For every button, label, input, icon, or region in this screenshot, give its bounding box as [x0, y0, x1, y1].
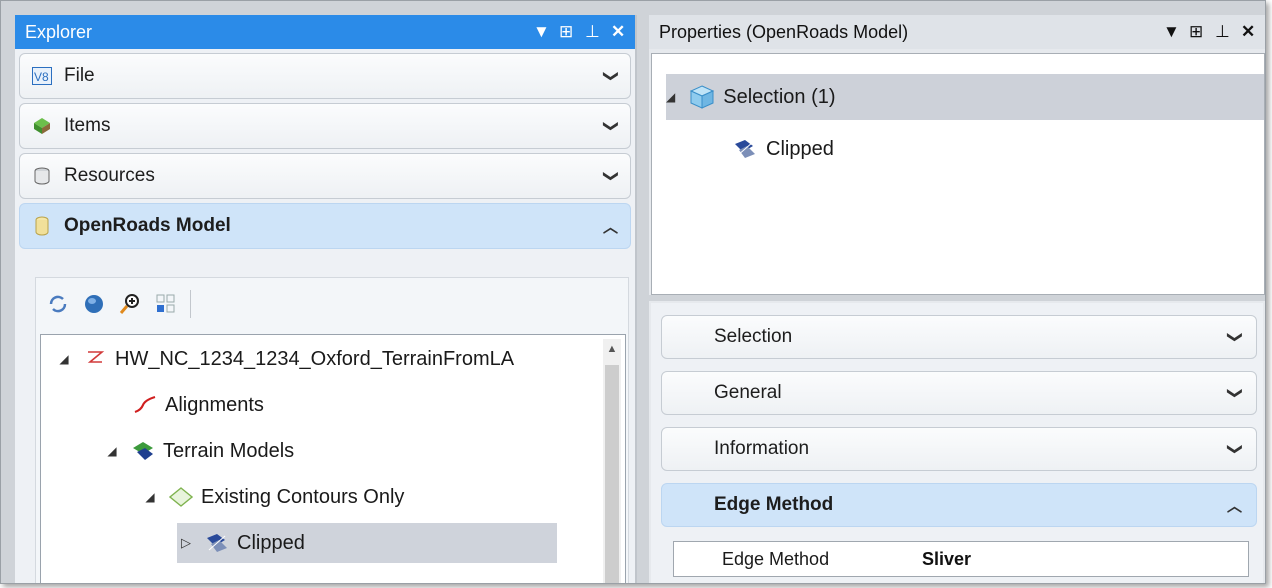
scrollbar-thumb[interactable] — [605, 365, 619, 583]
explorer-title-bar: Explorer ▼ ⊞ ⊥ ✕ — [15, 15, 635, 49]
clipped-terrain-icon — [732, 136, 758, 162]
tree-item-label: Existing Contours Only — [201, 485, 405, 508]
model-tree: ◢ HW_NC_1234_1234_Oxford_TerrainFromLA A… — [40, 334, 626, 583]
expanded-arrow-icon[interactable]: ◢ — [666, 90, 675, 104]
expanded-arrow-icon[interactable]: ◢ — [103, 444, 121, 458]
tree-item-terrain-file[interactable]: ◢ HW_NC_1234_1234_Oxford_TerrainFromLA — [55, 339, 514, 379]
tree-item-label: Clipped — [237, 531, 305, 554]
float-icon[interactable]: ⊞ — [1189, 22, 1203, 42]
selection-root-label: Selection (1) — [723, 85, 836, 108]
properties-title-bar: Properties (OpenRoads Model) ▼ ⊞ ⊥ ✕ — [649, 15, 1265, 49]
property-name: Edge Method — [722, 548, 830, 569]
pin-icon[interactable]: ⊥ — [585, 22, 600, 42]
section-label: Information — [714, 438, 810, 459]
chevron-down-icon: ❯ — [602, 119, 620, 133]
section-label: General — [714, 382, 782, 403]
alignments-icon — [133, 393, 157, 417]
chevron-down-icon: ❯ — [602, 169, 620, 183]
section-label: Selection — [714, 326, 793, 347]
dropdown-icon[interactable]: ▼ — [533, 22, 550, 42]
properties-title: Properties (OpenRoads Model) — [659, 21, 909, 42]
properties-pane-buttons: ▼ ⊞ ⊥ ✕ — [1163, 22, 1255, 42]
accordion-openroads-model-label: OpenRoads Model — [64, 215, 231, 236]
pane-splitter[interactable] — [649, 295, 1265, 301]
tree-item-existing-contours-only[interactable]: ◢ Existing Contours Only — [141, 477, 404, 517]
tree-vertical-scrollbar[interactable]: ▲ — [603, 339, 621, 583]
resources-icon — [32, 166, 52, 186]
accordion-resources-label: Resources — [64, 165, 155, 186]
float-icon[interactable]: ⊞ — [559, 22, 573, 42]
accordion-file[interactable]: V8 File ❯ — [19, 53, 631, 99]
dropdown-icon[interactable]: ▼ — [1163, 22, 1180, 42]
explorer-title: Explorer — [25, 21, 93, 42]
accordion-file-label: File — [64, 65, 95, 86]
expanded-arrow-icon[interactable]: ◢ — [141, 490, 159, 504]
items-icon — [32, 116, 52, 136]
chevron-up-icon: ︿ — [1226, 497, 1242, 515]
section-general[interactable]: General ❯ — [661, 371, 1257, 415]
zoom-icon[interactable] — [118, 292, 142, 316]
section-edge-method[interactable]: Edge Method ︿ — [661, 483, 1257, 527]
selection-tree: ◢ Selection (1) Clipped — [651, 53, 1265, 295]
property-sections: Selection ❯ General ❯ Information ❯ Edge… — [651, 303, 1263, 583]
toolbar-divider — [190, 290, 191, 318]
selection-child-label: Clipped — [766, 137, 834, 160]
tree-item-label: HW_NC_1234_1234_Oxford_TerrainFromLA — [115, 347, 515, 370]
section-information[interactable]: Information ❯ — [661, 427, 1257, 471]
chevron-up-icon: ︿ — [602, 218, 618, 236]
explorer-pane-buttons: ▼ ⊞ ⊥ ✕ — [533, 22, 625, 42]
accordion-items-label: Items — [64, 115, 111, 136]
chevron-down-icon: ❯ — [1226, 386, 1244, 400]
close-icon[interactable]: ✕ — [1241, 22, 1255, 42]
refresh-icon[interactable] — [46, 292, 70, 316]
section-selection[interactable]: Selection ❯ — [661, 315, 1257, 359]
explorer-pane: Explorer ▼ ⊞ ⊥ ✕ V8 File ❯ Items ❯ Resou… — [15, 15, 637, 583]
grid-view-icon[interactable] — [154, 292, 178, 316]
scroll-up-icon[interactable]: ▲ — [603, 339, 621, 359]
property-row-edge-method[interactable]: Edge Method Sliver — [673, 541, 1249, 577]
openroads-model-icon — [32, 216, 52, 236]
terrain-file-icon — [83, 347, 107, 371]
application-window: Explorer ▼ ⊞ ⊥ ✕ V8 File ❯ Items ❯ Resou… — [0, 0, 1266, 584]
expanded-arrow-icon[interactable]: ◢ — [55, 352, 73, 366]
pin-icon[interactable]: ⊥ — [1215, 22, 1230, 42]
chevron-down-icon: ❯ — [602, 69, 620, 83]
clipped-terrain-icon — [205, 531, 229, 555]
properties-pane: Properties (OpenRoads Model) ▼ ⊞ ⊥ ✕ ◢ S… — [649, 15, 1265, 583]
openroads-model-panel: ◢ HW_NC_1234_1234_Oxford_TerrainFromLA A… — [35, 277, 629, 583]
tree-item-label: Terrain Models — [163, 439, 295, 462]
tree-item-alignments[interactable]: Alignments — [133, 385, 264, 425]
v8-file-icon: V8 — [32, 66, 52, 86]
selection-root-row[interactable]: ◢ Selection (1) — [666, 74, 1264, 120]
close-icon[interactable]: ✕ — [611, 22, 625, 42]
selection-cube-icon — [689, 84, 715, 110]
terrain-models-icon — [131, 439, 155, 463]
accordion-items[interactable]: Items ❯ — [19, 103, 631, 149]
chevron-down-icon: ❯ — [1226, 442, 1244, 456]
chevron-down-icon: ❯ — [1226, 330, 1244, 344]
tree-item-label: Alignments — [165, 393, 264, 416]
model-toolbar — [36, 278, 628, 330]
property-value[interactable]: Sliver — [922, 549, 971, 570]
globe-icon[interactable] — [82, 292, 106, 316]
tree-item-terrain-models[interactable]: ◢ Terrain Models — [103, 431, 294, 471]
tree-item-clipped[interactable]: ▷ Clipped — [177, 523, 557, 563]
collapsed-arrow-icon[interactable]: ▷ — [177, 535, 195, 551]
selection-child-row[interactable]: Clipped — [732, 126, 834, 172]
accordion-resources[interactable]: Resources ❯ — [19, 153, 631, 199]
section-label: Edge Method — [714, 494, 834, 515]
svg-text:V8: V8 — [34, 70, 49, 84]
terrain-model-icon — [169, 485, 193, 509]
accordion-openroads-model[interactable]: OpenRoads Model ︿ — [19, 203, 631, 249]
